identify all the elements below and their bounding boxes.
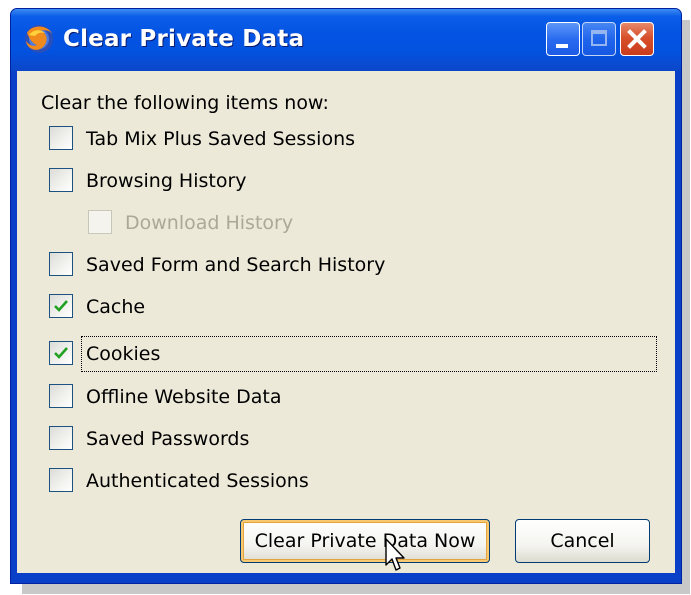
maximize-button[interactable] [582, 22, 616, 56]
firefox-icon [25, 25, 53, 53]
window-title: Clear Private Data [63, 26, 305, 52]
checkbox[interactable] [49, 384, 73, 408]
clear-private-data-dialog: Clear Private Data Clear the following i… [10, 8, 682, 584]
checkbox[interactable] [49, 252, 73, 276]
focus-rectangle [81, 336, 657, 372]
option-label: Tab Mix Plus Saved Sessions [86, 128, 356, 150]
option-label: Saved Passwords [86, 428, 250, 450]
option-label: Authenticated Sessions [86, 470, 309, 492]
checkbox[interactable] [49, 168, 73, 192]
title-bar[interactable]: Clear Private Data [11, 9, 681, 71]
checkbox-checked[interactable] [49, 341, 73, 365]
option-label: Download History [125, 212, 294, 234]
checkbox[interactable] [49, 426, 73, 450]
option-label: Cookies [86, 343, 161, 365]
option-label: Offline Website Data [86, 386, 282, 408]
checkbox[interactable] [49, 468, 73, 492]
checkbox-checked[interactable] [49, 294, 73, 318]
close-button[interactable] [620, 22, 654, 56]
option-label: Cache [86, 296, 146, 318]
checkbox[interactable] [49, 126, 73, 150]
checkmark-icon [54, 300, 68, 312]
option-label: Browsing History [86, 170, 247, 192]
checkbox [88, 210, 112, 234]
checkmark-icon [54, 347, 68, 359]
instructions-heading: Clear the following items now: [41, 92, 329, 114]
cancel-button[interactable]: Cancel [515, 519, 650, 563]
minimize-button[interactable] [546, 22, 580, 56]
option-label: Saved Form and Search History [86, 254, 386, 276]
mouse-cursor-icon [385, 538, 405, 571]
close-icon [627, 29, 647, 49]
clear-private-data-now-button[interactable]: Clear Private Data Now [240, 519, 490, 563]
dialog-body: Clear the following items now: Tab Mix P… [17, 71, 675, 573]
